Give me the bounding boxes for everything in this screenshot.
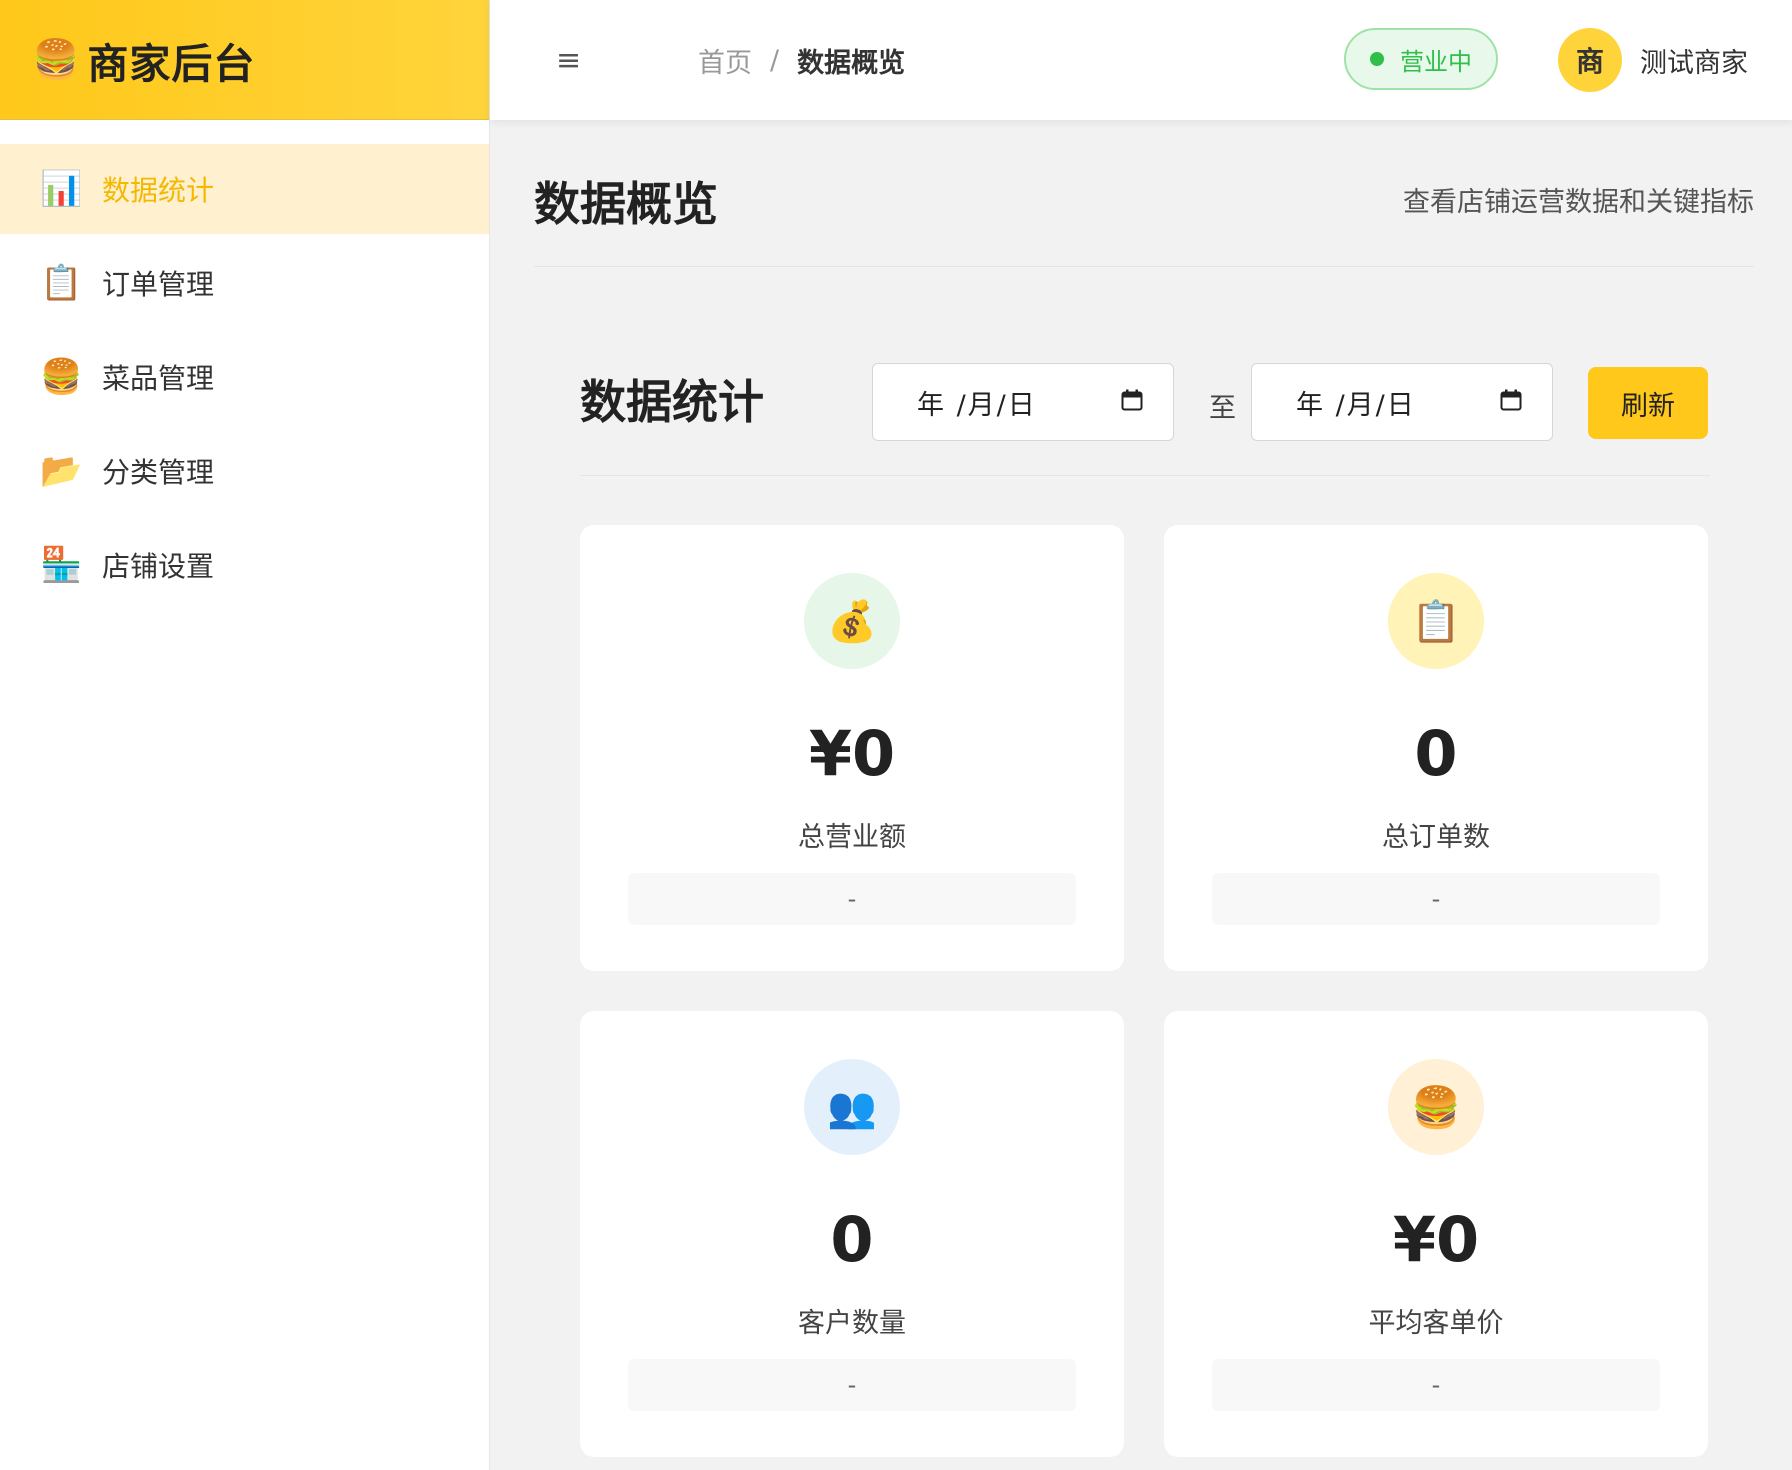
sidebar-item-label: 订单管理 [102,268,215,301]
stat-card-customers: 👥 0 客户数量 - [580,1011,1124,1457]
menu-toggle-icon[interactable]: ≡ [556,43,586,78]
date-range-separator: 至 [1209,393,1236,424]
end-date-value: 年 /月/日 [1296,389,1416,421]
app-root: 🍔 商家后台 📊 数据统计 📋 订单管理 🍔 菜品管理 📂 分类管理 🏪 店铺设… [0,0,1792,1470]
sidebar-item-orders[interactable]: 📋 订单管理 [0,238,489,328]
breadcrumb-current: 数据概览 [797,47,906,79]
sidebar-item-dishes[interactable]: 🍔 菜品管理 [0,332,489,422]
sidebar-item-label: 分类管理 [102,456,215,489]
topbar: ≡ 首页 / 数据概览 营业中 商 测试商家 [490,0,1792,120]
stat-value: 0 [830,1203,874,1276]
stat-card-revenue: 💰 ¥0 总营业额 - [580,525,1124,971]
sidebar-item-label: 数据统计 [102,174,215,207]
status-badge: 营业中 [1344,28,1498,90]
burger-icon: 🍔 [40,357,83,397]
stats-header: 数据统计 年 /月/日 至 年 /月/日 刷新 [580,320,1710,476]
username: 测试商家 [1640,47,1748,79]
money-bag-icon: 💰 [804,573,900,669]
folder-icon: 📂 [40,451,83,491]
start-date-value: 年 /月/日 [917,389,1037,421]
sidebar-item-statistics[interactable]: 📊 数据统计 [0,144,489,234]
stat-footnote: - [628,873,1076,925]
stat-value: ¥0 [1392,1203,1480,1276]
page-title: 数据概览 [534,177,718,231]
stat-card-avg-order: 🍔 ¥0 平均客单价 - [1164,1011,1708,1457]
breadcrumb-home-link[interactable]: 首页 [698,41,752,80]
calendar-icon[interactable] [1121,389,1143,411]
burger-icon: 🍔 [1388,1059,1484,1155]
users-icon: 👥 [804,1059,900,1155]
start-date-input[interactable]: 年 /月/日 [872,363,1174,441]
sidebar-item-store-settings[interactable]: 🏪 店铺设置 [0,520,489,610]
refresh-button[interactable]: 刷新 [1588,367,1708,439]
stats-title: 数据统计 [580,375,764,429]
main-content: 数据概览 查看店铺运营数据和关键指标 数据统计 年 /月/日 至 年 /月/日 … [490,120,1792,1457]
calendar-icon[interactable] [1500,389,1522,411]
store-icon: 🏪 [40,545,83,585]
clipboard-icon: 📋 [1388,573,1484,669]
sidebar-nav: 📊 数据统计 📋 订单管理 🍔 菜品管理 📂 分类管理 🏪 店铺设置 [0,144,489,610]
stats-section: 数据统计 年 /月/日 至 年 /月/日 刷新 💰 ¥0 总营业额 - 📋 0 … [580,320,1710,1457]
stat-card-orders: 📋 0 总订单数 - [1164,525,1708,971]
stat-label: 总订单数 [1382,822,1490,853]
status-dot-icon [1370,52,1384,66]
user-menu[interactable]: 商 测试商家 [1558,28,1748,92]
stat-label: 平均客单价 [1368,1308,1504,1339]
sidebar-item-label: 菜品管理 [102,362,215,395]
stat-footnote: - [1212,873,1660,925]
brand-title: 商家后台 [87,39,256,88]
stat-value: ¥0 [808,717,896,790]
page-subtitle: 查看店铺运营数据和关键指标 [1403,187,1754,218]
breadcrumb: 首页 / 数据概览 [698,41,905,80]
status-text: 营业中 [1400,47,1472,76]
bar-chart-icon: 📊 [40,169,83,209]
stat-footnote: - [628,1359,1076,1411]
stat-footnote: - [1212,1359,1660,1411]
brand-header: 🍔 商家后台 [0,0,489,120]
breadcrumb-separator: / [770,44,780,76]
sidebar-item-categories[interactable]: 📂 分类管理 [0,426,489,516]
end-date-input[interactable]: 年 /月/日 [1251,363,1553,441]
page-header: 数据概览 查看店铺运营数据和关键指标 [534,120,1754,267]
stat-label: 总营业额 [798,822,906,853]
sidebar: 🍔 商家后台 📊 数据统计 📋 订单管理 🍔 菜品管理 📂 分类管理 🏪 店铺设… [0,0,490,1470]
burger-logo-icon: 🍔 [32,37,80,81]
clipboard-icon: 📋 [40,263,83,303]
avatar: 商 [1558,28,1622,92]
sidebar-item-label: 店铺设置 [102,550,215,583]
stat-label: 客户数量 [798,1308,906,1339]
stat-value: 0 [1414,717,1458,790]
